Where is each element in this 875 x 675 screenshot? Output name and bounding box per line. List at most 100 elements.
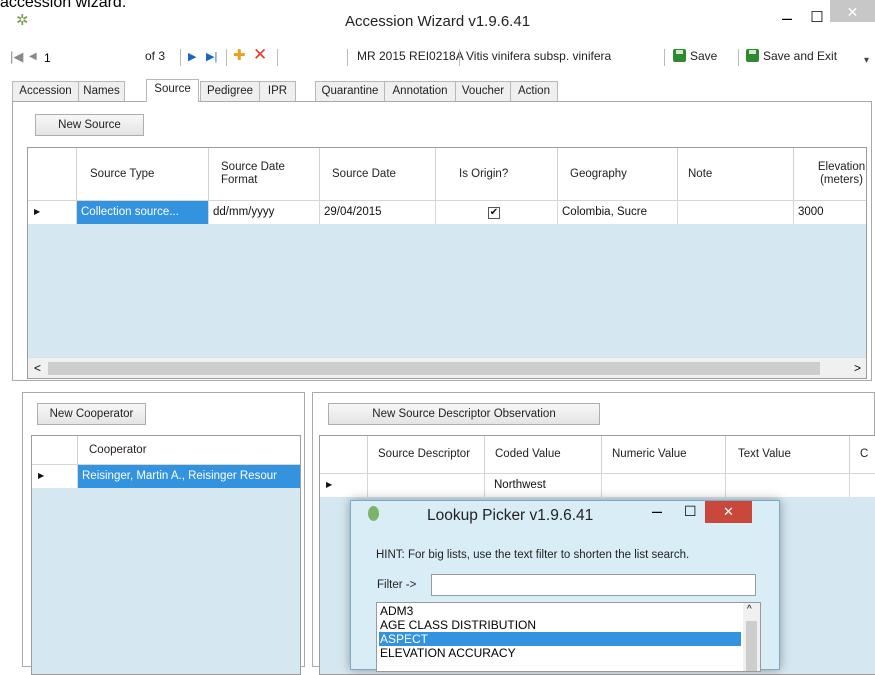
column-header[interactable]: Text Value [726, 436, 850, 473]
list-scrollbar[interactable]: ^ [743, 603, 760, 671]
list-item[interactable]: AGE CLASS DISTRIBUTION [379, 618, 741, 632]
cooperator-panel: New Cooperator Cooperator ▶ Reisinger, M… [22, 392, 305, 675]
column-header[interactable]: Numeric Value [602, 436, 726, 473]
column-header[interactable]: Geography [558, 148, 678, 200]
list-item[interactable]: ADM3 [379, 604, 741, 618]
column-header[interactable]: Source Date Format [209, 148, 320, 200]
navigation-toolbar: |◀ ◀ of 3 ▶ ▶| ✚ ✕ MR 2015 REI0218A Viti… [0, 42, 875, 72]
column-header[interactable]: Coded Value [485, 436, 602, 473]
cell-cooperator[interactable]: Reisinger, Martin A., Reisinger Resour [78, 464, 300, 488]
dialog-close-button[interactable]: ✕ [705, 501, 752, 523]
scroll-thumb[interactable] [746, 621, 757, 671]
tab-voucher[interactable]: Voucher [455, 81, 511, 101]
separator [180, 49, 181, 66]
row-header-corner [32, 436, 78, 464]
scroll-left-icon[interactable]: < [34, 361, 41, 375]
tab-names[interactable]: Names [78, 81, 125, 101]
column-header[interactable]: Source Descriptor [368, 436, 485, 473]
cell-text-value[interactable] [726, 473, 850, 497]
row-pointer-icon[interactable]: ▶ [32, 464, 78, 488]
save-label: Save [690, 49, 718, 63]
dialog-title-bar: Lookup Picker v1.9.6.41 – ☐ ✕ [351, 501, 779, 531]
column-header[interactable]: Elevation (meters) [794, 148, 866, 200]
column-header[interactable]: Cooperator [78, 436, 300, 464]
separator [277, 49, 278, 66]
app-icon [368, 506, 379, 521]
new-cooperator-button[interactable]: New Cooperator [37, 403, 146, 425]
cooperator-grid: Cooperator ▶ Reisinger, Martin A., Reisi… [31, 435, 301, 675]
tab-action[interactable]: Action [510, 81, 558, 101]
horizontal-scrollbar[interactable]: < > [28, 357, 866, 378]
cell-date-format[interactable]: dd/mm/yyyy [209, 200, 320, 224]
cell-c[interactable] [850, 473, 875, 497]
close-icon: ✕ [723, 504, 734, 519]
new-source-button[interactable]: New Source [35, 114, 144, 136]
column-header[interactable]: Note [678, 148, 794, 200]
title-bar: ✲ Accession Wizard v1.9.6.41 – ☐ ✕ [0, 0, 875, 36]
row-header-corner [320, 436, 368, 473]
toolbar-overflow-icon[interactable]: ▾ [864, 55, 869, 66]
dialog-maximize-button[interactable]: ☐ [684, 503, 697, 520]
filter-input[interactable] [431, 574, 756, 596]
row-pointer-icon[interactable]: ▶ [320, 473, 368, 497]
next-record-icon[interactable]: ▶ [188, 50, 196, 63]
delete-record-icon[interactable]: ✕ [253, 45, 267, 65]
save-and-exit-label: Save and Exit [763, 49, 838, 63]
list-item[interactable]: ELEVATION ACCURACY [379, 646, 741, 660]
column-header[interactable]: Source Date [320, 148, 436, 200]
scroll-right-icon[interactable]: > [854, 361, 861, 375]
save-icon [746, 49, 759, 62]
row-pointer-icon[interactable]: ▶ [28, 200, 77, 224]
lookup-list: ADM3 AGE CLASS DISTRIBUTION ASPECT ELEVA… [376, 602, 761, 672]
minimize-button[interactable]: – [773, 8, 801, 30]
separator [459, 49, 460, 66]
cell-source-type[interactable]: Collection source... [77, 200, 209, 224]
scroll-thumb[interactable] [48, 362, 820, 375]
list-item-selected[interactable]: ASPECT [379, 632, 741, 646]
cell-is-origin[interactable]: ✔ [436, 200, 558, 224]
tab-annotation[interactable]: Annotation [384, 81, 456, 101]
taxon-label: Vitis vinifera subsp. vinifera [466, 49, 612, 63]
last-record-icon[interactable]: ▶| [206, 50, 217, 63]
cell-coded-value[interactable]: Northwest [485, 473, 602, 497]
close-icon: ✕ [846, 4, 859, 20]
window-title: Accession Wizard v1.9.6.41 [344, 13, 531, 30]
cell-note[interactable] [678, 200, 794, 224]
cell-numeric-value[interactable] [602, 473, 726, 497]
row-header-corner [28, 148, 77, 200]
previous-record-icon[interactable]: ◀ [29, 51, 37, 62]
save-and-exit-button[interactable]: Save and Exit [746, 49, 837, 63]
record-position-input[interactable] [40, 48, 128, 67]
cell-source-descriptor[interactable] [368, 473, 485, 497]
cell-elevation[interactable]: 3000 [794, 200, 866, 224]
cell-source-date[interactable]: 29/04/2015 [320, 200, 436, 224]
tab-source[interactable]: Source [146, 79, 199, 102]
add-record-icon[interactable]: ✚ [233, 46, 246, 64]
column-header[interactable]: Is Origin? [436, 148, 558, 200]
cell-geography[interactable]: Colombia, Sucre [558, 200, 678, 224]
source-panel: New Source Source Type Source Date Forma… [12, 101, 872, 381]
tab-ipr[interactable]: IPR [259, 81, 296, 101]
hint-text: HINT: For big lists, use the text filter… [376, 549, 690, 561]
separator [226, 49, 227, 66]
record-label: MR 2015 REI0218A [357, 49, 464, 63]
first-record-icon[interactable]: |◀ [10, 49, 23, 65]
close-button[interactable]: ✕ [830, 0, 875, 22]
column-header[interactable]: Source Type [77, 148, 209, 200]
column-header[interactable]: C [850, 436, 875, 473]
tab-quarantine[interactable]: Quarantine [315, 81, 385, 101]
is-origin-checkbox[interactable]: ✔ [488, 207, 500, 219]
dialog-title: Lookup Picker v1.9.6.41 [427, 507, 594, 524]
source-grid: Source Type Source Date Format Source Da… [27, 147, 867, 379]
tab-pedigree[interactable]: Pedigree [200, 81, 260, 101]
separator [738, 49, 739, 66]
scroll-up-icon[interactable]: ^ [747, 604, 752, 615]
lookup-picker-dialog: Lookup Picker v1.9.6.41 – ☐ ✕ HINT: For … [350, 500, 780, 672]
new-descriptor-observation-button[interactable]: New Source Descriptor Observation [328, 403, 600, 425]
dialog-minimize-button[interactable]: – [652, 501, 662, 522]
tab-accession[interactable]: Accession [12, 81, 79, 101]
maximize-button[interactable]: ☐ [806, 8, 828, 30]
save-button[interactable]: Save [673, 49, 717, 63]
separator [347, 49, 348, 66]
save-icon [673, 49, 686, 62]
